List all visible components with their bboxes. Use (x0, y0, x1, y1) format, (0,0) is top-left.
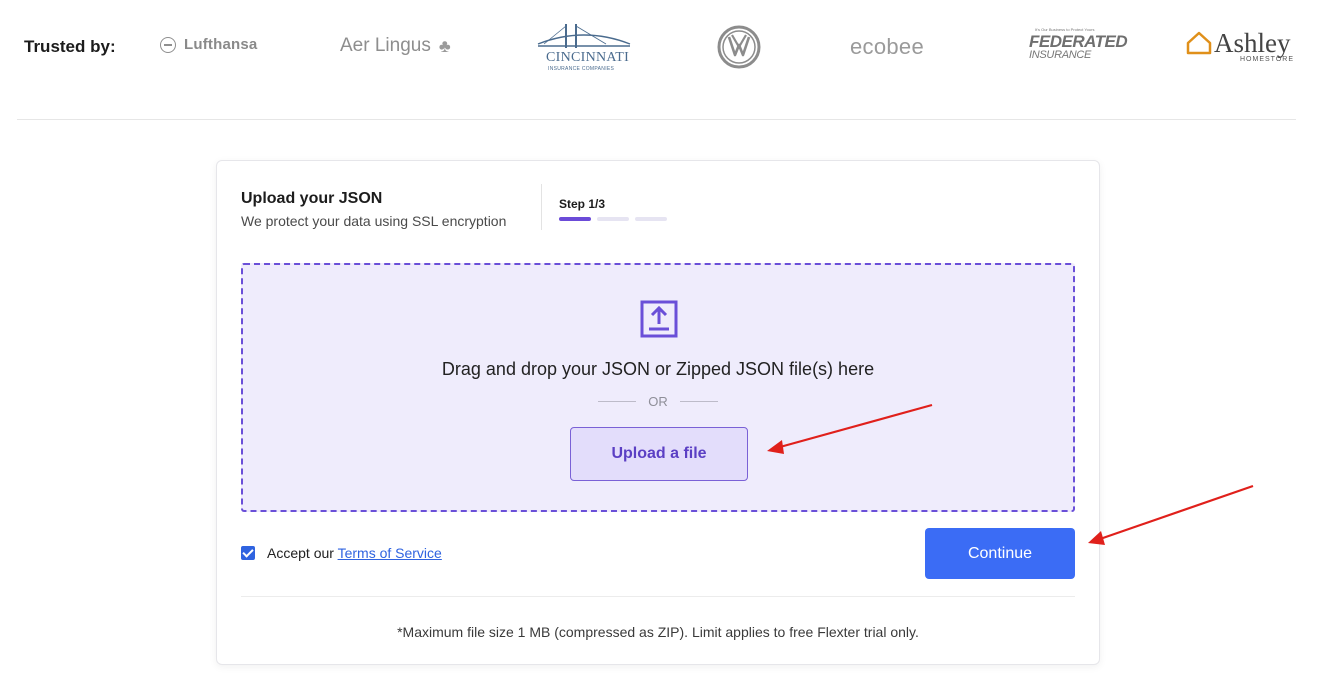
accept-terms-label: Accept our (267, 545, 334, 561)
step-bar-2 (597, 217, 629, 221)
lufthansa-crane-icon (160, 36, 176, 53)
dropzone-instructions: Drag and drop your JSON or Zipped JSON f… (441, 359, 875, 379)
section-divider (17, 119, 1296, 120)
step-bar-3 (635, 217, 667, 221)
shamrock-icon: ♣ (438, 35, 451, 56)
aer-lingus-logo: Aer Lingus ♣ (340, 35, 451, 56)
arrow-to-continue-button (1088, 484, 1254, 545)
upload-file-button[interactable]: Upload a file (570, 427, 748, 481)
ashley-homestore-logo: Ashley HOMESTORE (1186, 27, 1298, 67)
continue-button[interactable]: Continue (925, 528, 1075, 579)
ecobee-logo: ecobee (850, 34, 924, 59)
federated-insurance-logo: It's Our Business to Protect Yours FEDER… (1029, 27, 1128, 61)
vw-emblem-icon (717, 25, 761, 69)
trusted-by-label: Trusted by: (24, 37, 116, 56)
footer-divider (241, 596, 1075, 597)
upload-icon (640, 300, 678, 338)
card-subtitle: We protect your data using SSL encryptio… (241, 213, 507, 229)
file-size-footnote: *Maximum file size 1 MB (compressed as Z… (397, 624, 919, 640)
header-divider (541, 184, 542, 230)
card-title: Upload your JSON (241, 190, 383, 207)
file-dropzone[interactable]: Drag and drop your JSON or Zipped JSON f… (241, 263, 1075, 512)
or-separator: OR (598, 393, 718, 409)
step-label: Step 1/3 (559, 197, 606, 211)
bridge-icon (537, 24, 631, 48)
accept-terms-row: Accept our Terms of Service (241, 545, 442, 561)
volkswagen-logo (717, 25, 761, 69)
terms-of-service-link[interactable]: Terms of Service (338, 545, 442, 561)
step-bar-1 (559, 217, 591, 221)
accept-terms-checkbox[interactable] (241, 546, 255, 560)
upload-card: Upload your JSON We protect your data us… (216, 160, 1100, 665)
house-icon (1186, 31, 1212, 55)
step-progress (559, 217, 667, 221)
trusted-by-bar: Trusted by: Lufthansa Aer Lingus ♣ CINCI… (0, 0, 1334, 95)
cincinnati-insurance-logo: CINCINNATI INSURANCE COMPANIES (536, 22, 632, 72)
lufthansa-logo: Lufthansa (160, 36, 257, 53)
